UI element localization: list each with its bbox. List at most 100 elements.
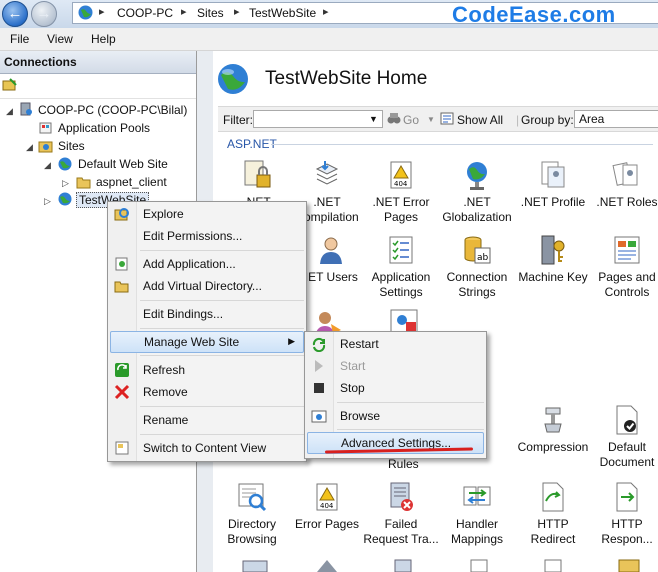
add-application-icon [115, 257, 128, 271]
roles-icon [611, 159, 643, 191]
go-button[interactable]: Go [403, 113, 419, 127]
menu-bar: File View Help [0, 28, 658, 51]
chevron-right-icon: ▶ [288, 336, 295, 346]
directory-browsing-icon [236, 481, 268, 513]
filter-input[interactable] [253, 110, 383, 128]
tree-item-application-pools[interactable]: Application Pools [58, 121, 150, 135]
error-page-icon: 404 [385, 159, 417, 191]
chevron-down-icon[interactable]: ▼ [427, 115, 435, 124]
menu-help[interactable]: Help [91, 32, 116, 46]
globe-icon [58, 157, 72, 171]
feature-machine-key[interactable]: Machine Key [515, 234, 591, 285]
feature-default-document[interactable]: Default Document [589, 404, 658, 470]
folder-icon [76, 177, 91, 189]
menu-item-explore[interactable]: Explore [110, 203, 304, 225]
svg-text:404: 404 [320, 502, 334, 510]
failed-request-icon [385, 481, 417, 513]
menu-item-add-application[interactable]: Add Application... [110, 253, 304, 275]
binoculars-icon [387, 113, 401, 124]
refresh-icon [115, 363, 129, 377]
feature-failed-request-tracing[interactable]: Failed Request Tra... [363, 481, 439, 547]
feature-compression[interactable]: Compression [515, 404, 591, 455]
play-icon [315, 360, 323, 372]
settings-list-icon [385, 234, 417, 266]
breadcrumb-item[interactable]: Sites [197, 6, 224, 20]
forward-button[interactable]: → [31, 1, 57, 27]
http-response-icon [611, 481, 643, 513]
feature-pages-and-controls[interactable]: Pages and Controls [589, 234, 658, 300]
menu-item-rename[interactable]: Rename [110, 409, 304, 431]
svg-text:404: 404 [394, 180, 408, 188]
collapse-icon[interactable]: ◢ [6, 106, 13, 117]
show-all-icon [440, 112, 454, 125]
submenu-item-browse[interactable]: Browse [307, 405, 484, 427]
app-pools-icon [39, 122, 52, 134]
submenu-item-start[interactable]: Start [307, 355, 484, 377]
sites-folder-icon [38, 141, 53, 153]
menu-item-edit-permissions[interactable]: Edit Permissions... [110, 225, 304, 247]
address-bar: ← → ▸ COOP-PC ▸ Sites ▸ TestWebSite ▸ Co… [0, 0, 658, 28]
globe-icon [78, 5, 93, 20]
group-by-label: Group by: [521, 113, 574, 127]
browse-icon [311, 410, 327, 423]
submenu-item-stop[interactable]: Stop [307, 377, 484, 399]
feature-icon-partial [544, 559, 562, 572]
show-all-button[interactable]: Show All [457, 113, 503, 127]
globe-icon [58, 192, 72, 206]
menu-item-refresh[interactable]: Refresh [110, 359, 304, 381]
feature-connection-strings[interactable]: ab Connection Strings [439, 234, 515, 300]
feature-icon-partial [242, 560, 268, 572]
compilation-icon [311, 159, 343, 191]
context-menu: Explore Edit Permissions... Add Applicat… [107, 201, 307, 462]
collapse-icon[interactable]: ◢ [26, 142, 33, 153]
feature-http-response-headers[interactable]: HTTP Respon... [589, 481, 658, 547]
feature-directory-browsing[interactable]: Directory Browsing [214, 481, 290, 547]
page-title: TestWebSite Home [265, 68, 428, 89]
add-folder-icon [114, 281, 129, 293]
filter-bar: Filter: ▼ Go ▼ Show All | Group by: Area [218, 106, 658, 132]
expand-icon[interactable]: ▷ [44, 196, 51, 207]
menu-file[interactable]: File [10, 32, 29, 46]
restart-icon [312, 337, 326, 352]
menu-item-remove[interactable]: Remove [110, 381, 304, 403]
content-view-icon [115, 441, 129, 455]
menu-view[interactable]: View [47, 32, 73, 46]
feature-icon-partial [470, 559, 488, 572]
tree-item-sites[interactable]: Sites [58, 139, 85, 153]
manage-web-site-submenu: Restart Start Stop Browse Advanced Setti… [304, 331, 487, 459]
feature-icon-partial [394, 559, 412, 572]
feature-net-roles[interactable]: .NET Roles [589, 159, 658, 210]
key-icon [537, 234, 569, 266]
feature-label-partial: Rules [388, 457, 419, 471]
feature-net-profile[interactable]: .NET Profile [515, 159, 591, 210]
feature-net-globalization[interactable]: .NET Globalization [439, 159, 515, 225]
breadcrumb-item[interactable]: COOP-PC [117, 6, 173, 20]
feature-http-redirect[interactable]: HTTP Redirect [515, 481, 591, 547]
feature-handler-mappings[interactable]: Handler Mappings [439, 481, 515, 547]
menu-item-add-virtual-directory[interactable]: Add Virtual Directory... [110, 275, 304, 297]
default-document-icon [611, 404, 643, 436]
feature-net-error-pages[interactable]: 404 .NET Error Pages [363, 159, 439, 225]
breadcrumb-item[interactable]: TestWebSite [249, 6, 316, 20]
menu-item-switch-content-view[interactable]: Switch to Content View [110, 437, 304, 459]
back-button[interactable]: ← [2, 1, 28, 27]
group-by-select[interactable]: Area [574, 110, 658, 128]
submenu-item-restart[interactable]: Restart [307, 333, 484, 355]
collapse-icon[interactable]: ◢ [44, 160, 51, 171]
server-icon [20, 102, 32, 116]
globe-icon [218, 64, 248, 94]
feature-error-pages[interactable]: 404 Error Pages [289, 481, 365, 532]
menu-item-edit-bindings[interactable]: Edit Bindings... [110, 303, 304, 325]
tree-item-default-web-site[interactable]: Default Web Site [78, 157, 168, 171]
expand-icon[interactable]: ▷ [62, 178, 69, 189]
connect-icon[interactable] [2, 78, 18, 92]
stop-icon [314, 383, 324, 393]
profile-icon [537, 159, 569, 191]
explore-icon [114, 208, 129, 221]
menu-item-manage-web-site[interactable]: Manage Web Site ▶ [110, 331, 304, 353]
remove-icon [114, 384, 130, 400]
feature-application-settings[interactable]: Application Settings [363, 234, 439, 300]
tree-item-server[interactable]: COOP-PC (COOP-PC\Bilal) [38, 103, 187, 117]
tree-item-aspnet-client[interactable]: aspnet_client [96, 175, 167, 189]
chevron-down-icon[interactable]: ▼ [369, 114, 378, 124]
